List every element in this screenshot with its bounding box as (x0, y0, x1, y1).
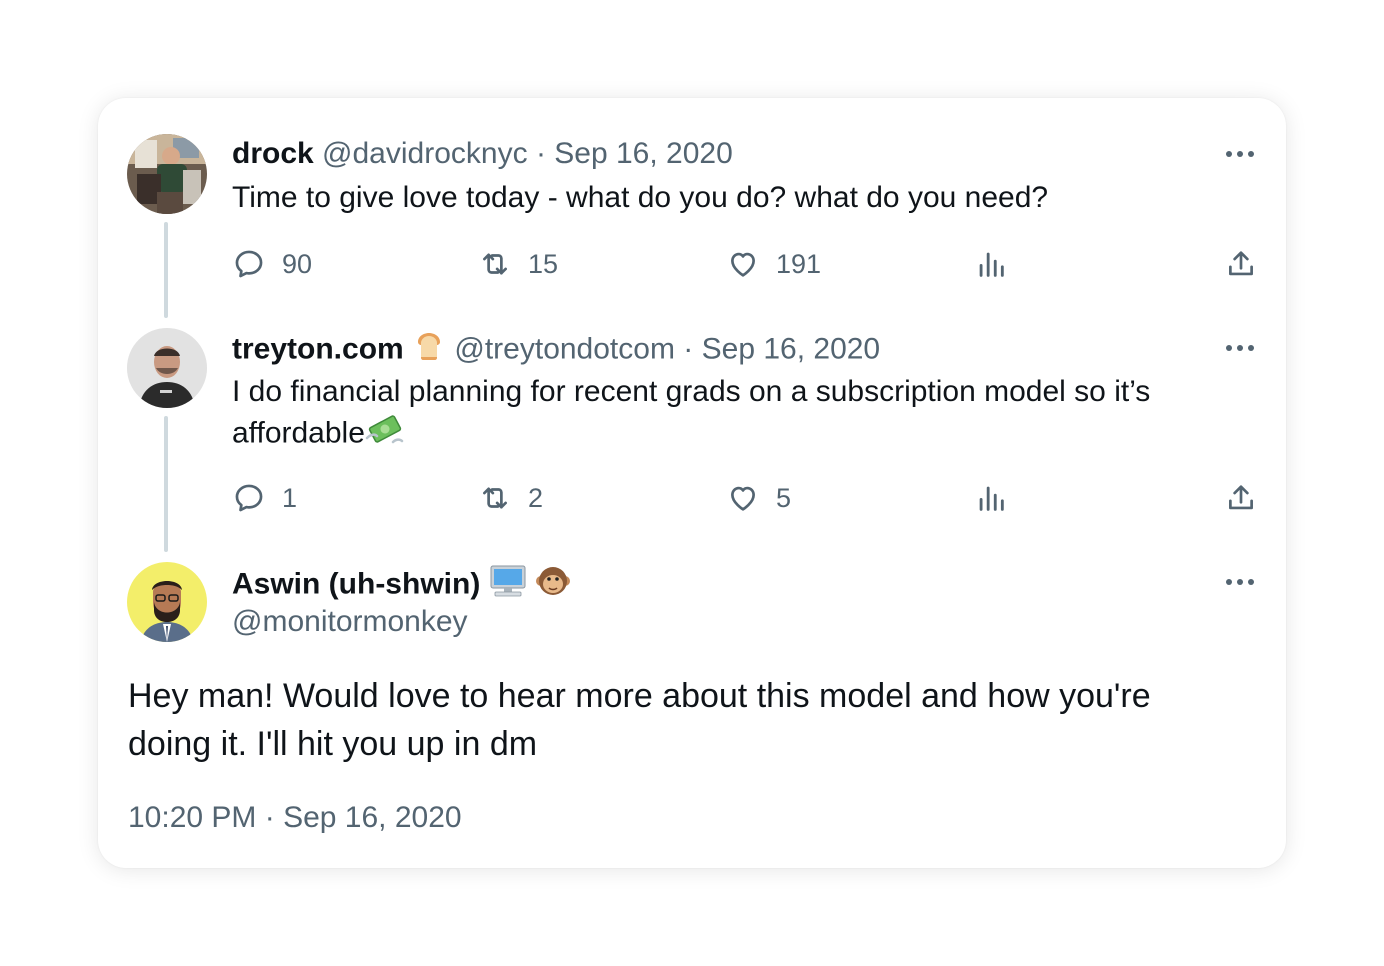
tweet-text: I do financial planning for recent grads… (232, 372, 1232, 457)
retweet-icon (483, 253, 507, 275)
retweet-count: 2 (528, 482, 544, 513)
author-handle-line: @monitormonkey (232, 604, 468, 640)
author-name[interactable]: treyton.com (232, 332, 404, 365)
author-handle[interactable]: @monitormonkey (232, 605, 468, 638)
thread-line (164, 222, 168, 318)
more-icon[interactable] (1222, 564, 1258, 600)
reply-count: 90 (282, 248, 313, 279)
like-count: 191 (776, 248, 822, 279)
reply-button[interactable]: 1 (232, 478, 297, 518)
desktop-computer-icon (489, 564, 527, 607)
share-icon (1229, 251, 1253, 276)
main-tweet-text: Hey man! Would love to hear more about t… (128, 677, 1151, 763)
tweet-header: drock @davidrocknyc · Sep 16, 2020 (232, 136, 733, 172)
author-handle[interactable]: @treytondotcom (454, 332, 675, 365)
more-icon[interactable] (1222, 330, 1258, 366)
reply-icon (235, 250, 263, 278)
heart-icon (731, 486, 755, 511)
share-icon (1229, 485, 1253, 510)
author-handle[interactable]: @davidrocknyc (322, 137, 528, 170)
retweet-icon (483, 487, 507, 509)
tweet-date[interactable]: Sep 16, 2020 (702, 332, 881, 365)
monkey-face-icon (535, 564, 571, 607)
tweet-date[interactable]: Sep 16, 2020 (554, 137, 733, 170)
avatar[interactable] (127, 562, 207, 642)
avatar[interactable] (127, 328, 207, 408)
like-button[interactable]: 5 (726, 478, 791, 518)
separator-dot: · (535, 137, 546, 170)
author-name[interactable]: drock (232, 137, 314, 170)
views-button[interactable] (974, 244, 1024, 284)
reply-button[interactable]: 90 (232, 244, 312, 284)
reply-icon (235, 484, 263, 512)
tweet-actions: 1 2 5 (232, 478, 1262, 518)
views-icon (979, 252, 1004, 277)
views-button[interactable] (974, 478, 1024, 518)
tweet-card: drock @davidrocknyc · Sep 16, 2020 Time … (98, 98, 1286, 868)
author-name[interactable]: Aswin (uh-shwin) (232, 567, 480, 600)
tweet-header: treyton.com @treytondotcom · Sep 16, 202… (232, 330, 880, 371)
money-with-wings-icon (365, 412, 405, 457)
more-icon[interactable] (1222, 136, 1258, 172)
bread-icon (412, 330, 446, 371)
thread-line (164, 416, 168, 552)
tweet-timestamp[interactable]: 10:20 PM · Sep 16, 2020 (128, 798, 462, 838)
avatar[interactable] (127, 134, 207, 214)
retweet-button[interactable]: 2 (478, 478, 543, 518)
share-button[interactable] (1224, 478, 1274, 518)
like-button[interactable]: 191 (726, 244, 821, 284)
tweet-actions: 90 15 191 (232, 244, 1262, 284)
heart-icon (731, 252, 755, 277)
share-button[interactable] (1224, 244, 1274, 284)
views-icon (979, 486, 1004, 511)
like-count: 5 (776, 482, 792, 513)
reply-count: 1 (282, 482, 298, 513)
retweet-button[interactable]: 15 (478, 244, 558, 284)
retweet-count: 15 (528, 248, 559, 279)
separator-dot: · (683, 332, 694, 366)
tweet-header: Aswin (uh-shwin) (232, 564, 571, 607)
tweet-text: Time to give love today - what do you do… (232, 181, 1049, 214)
